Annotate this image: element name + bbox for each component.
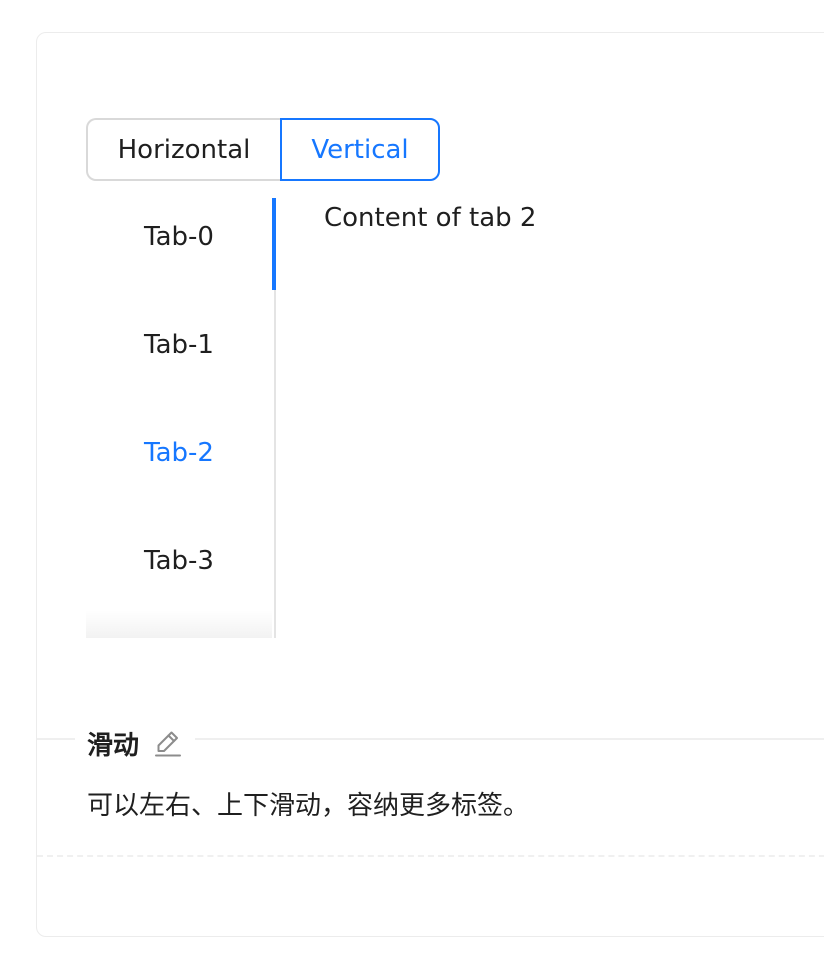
tab-3[interactable]: Tab-3 bbox=[86, 533, 272, 589]
tab-content-panel: Content of tab 2 bbox=[324, 203, 537, 233]
tab-2[interactable]: Tab-2 bbox=[86, 425, 272, 481]
edit-icon[interactable] bbox=[153, 728, 183, 758]
demo-card: Horizontal Vertical Tab-0 Tab-1 Tab-2 Ta… bbox=[36, 32, 824, 937]
tab-0[interactable]: Tab-0 bbox=[86, 209, 272, 265]
tabs-nav-scroll-shadow bbox=[86, 610, 272, 638]
vertical-radio-button[interactable]: Vertical bbox=[280, 118, 440, 181]
tabs-nav: Tab-0 Tab-1 Tab-2 Tab-3 bbox=[86, 198, 276, 638]
code-divider bbox=[37, 855, 824, 857]
mode-radio-group: Horizontal Vertical bbox=[86, 118, 440, 181]
demo-preview: Horizontal Vertical Tab-0 Tab-1 Tab-2 Ta… bbox=[37, 33, 824, 739]
tab-ink-bar bbox=[272, 198, 276, 290]
demo-description: 可以左右、上下滑动，容纳更多标签。 bbox=[87, 791, 530, 821]
tab-1[interactable]: Tab-1 bbox=[86, 317, 272, 373]
demo-title-text: 滑动 bbox=[87, 730, 140, 761]
horizontal-radio-button[interactable]: Horizontal bbox=[86, 118, 280, 181]
demo-meta-title: 滑动 bbox=[75, 721, 196, 765]
